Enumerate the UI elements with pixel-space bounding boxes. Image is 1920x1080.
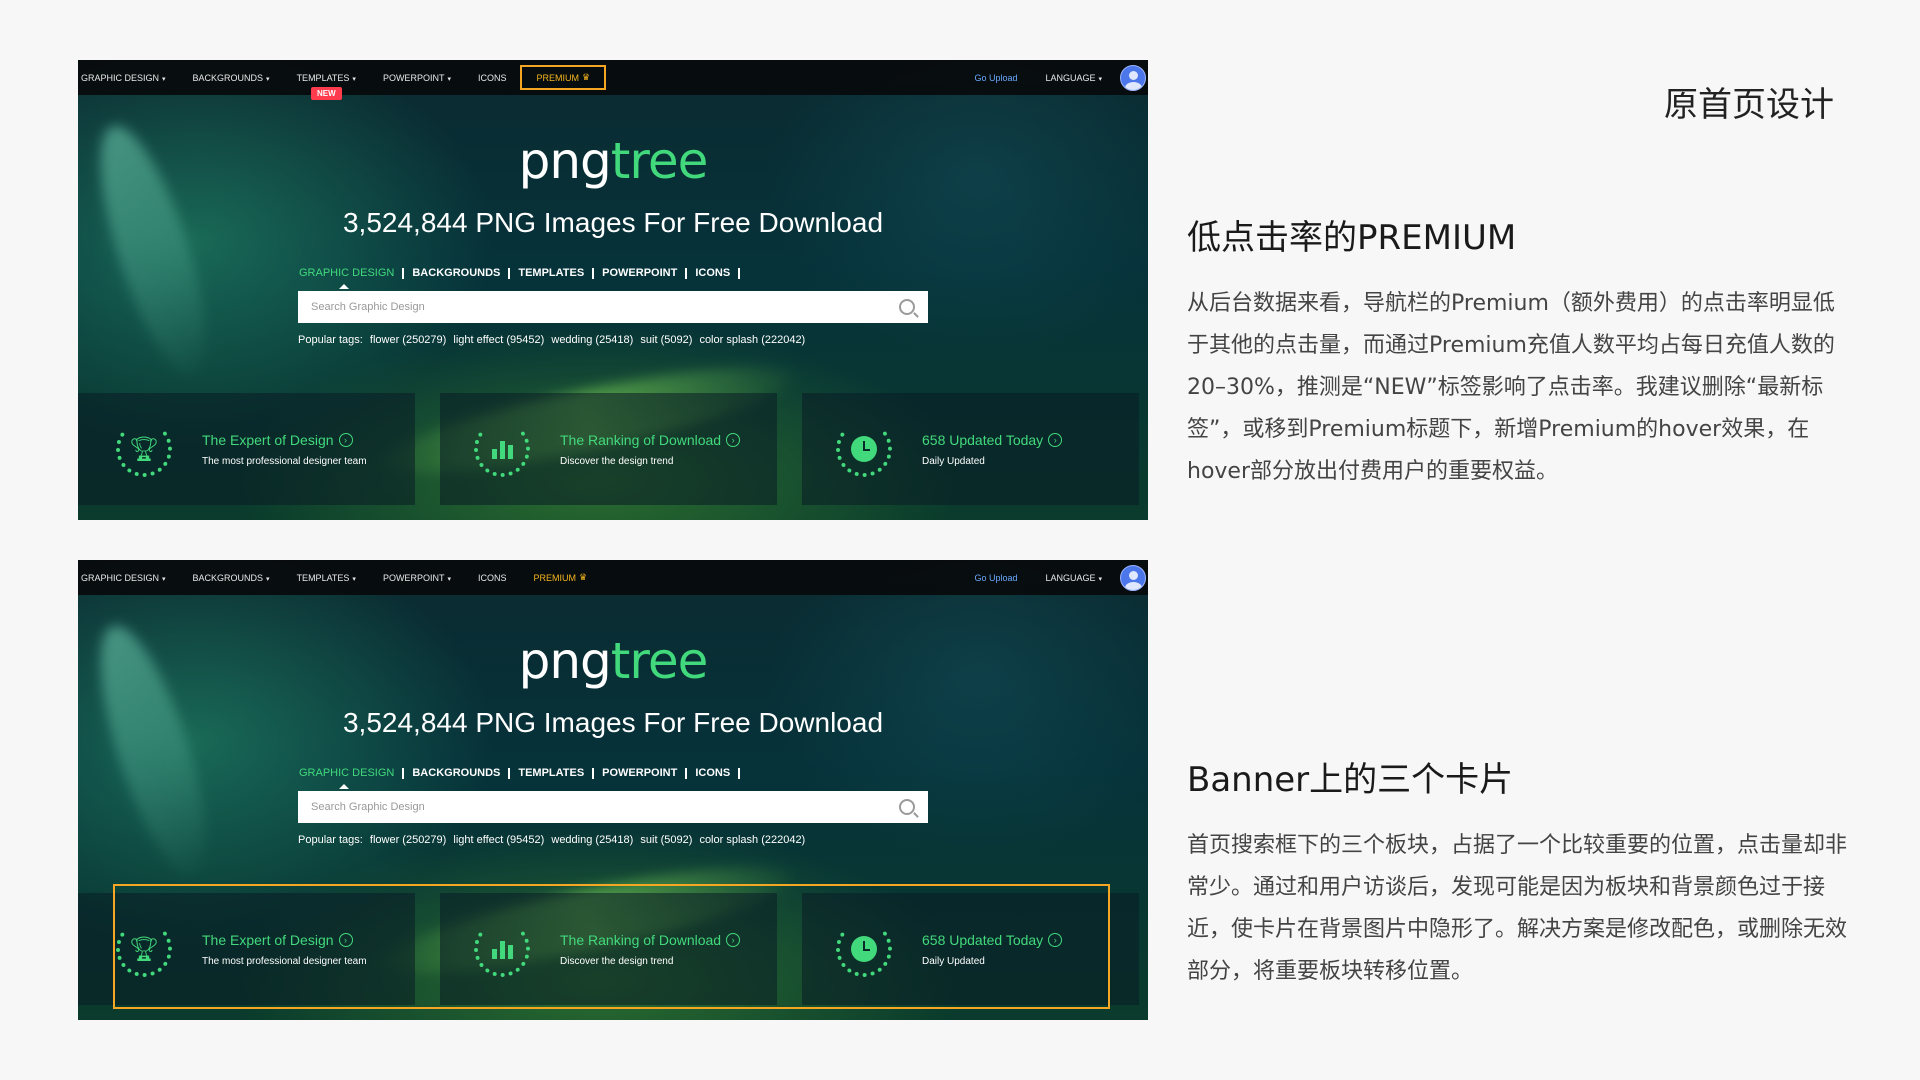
popular-tags: Popular tags: flower (250279) light effe… <box>298 334 805 346</box>
cards-note-body: 首页搜索框下的三个板块，占据了一个比较重要的位置，点击量却非常少。通过和用户访谈… <box>1187 833 1848 984</box>
nav-templates[interactable]: TEMPLATES ▾ <box>294 573 356 583</box>
original-homepage-screenshot: GRAPHIC DESIGN ▾ BACKGROUNDS ▾ TEMPLATES ▾ … <box>78 60 1148 520</box>
tab-templates[interactable]: TEMPLATES <box>518 768 595 779</box>
chevron-down-icon: ▾ <box>266 575 270 583</box>
search-icon[interactable] <box>899 799 915 815</box>
feature-card-expert[interactable]: 🏆︎ The Expert of Design › The most profes… <box>78 393 415 505</box>
nav-graphic-design[interactable]: GRAPHIC DESIGN ▾ <box>78 73 166 83</box>
chevron-down-icon: ▾ <box>352 575 356 583</box>
nav-backgrounds[interactable]: BACKGROUNDS ▾ <box>190 573 270 583</box>
premium-note-body: 从后台数据来看，导航栏的Premium（额外费用）的点击率明显低于其他的点击量，… <box>1187 291 1835 484</box>
search-category-tabs: GRAPHIC DESIGN BACKGROUNDS TEMPLATES POW… <box>299 768 748 789</box>
tab-graphic-design[interactable]: GRAPHIC DESIGN <box>299 768 405 789</box>
go-upload-link[interactable]: Go Upload <box>971 73 1017 83</box>
banner-headline: 3,524,844 PNG Images For Free Download <box>342 207 884 238</box>
go-upload-link[interactable]: Go Upload <box>971 573 1017 583</box>
chevron-down-icon: ▾ <box>1098 75 1102 83</box>
chevron-down-icon: ▾ <box>1098 575 1102 583</box>
nav-icons[interactable]: ICONS <box>475 573 507 583</box>
search-bar <box>298 791 928 823</box>
tag-link[interactable]: color splash (222042) <box>699 334 805 346</box>
chevron-down-icon: ▾ <box>162 575 166 583</box>
tab-powerpoint[interactable]: POWERPOINT <box>602 768 688 779</box>
tab-powerpoint[interactable]: POWERPOINT <box>602 268 688 279</box>
cards-note-heading: Banner上的三个卡片 <box>1187 760 1514 800</box>
nav-templates[interactable]: TEMPLATES ▾ <box>294 73 356 83</box>
tab-graphic-design[interactable]: GRAPHIC DESIGN <box>299 268 405 289</box>
nav-premium[interactable]: PREMIUM ♛ <box>530 572 587 583</box>
chevron-down-icon: ▾ <box>266 75 270 83</box>
tab-icons[interactable]: ICONS <box>695 768 741 779</box>
section-title: 原首页设计 <box>1664 85 1834 125</box>
search-input[interactable] <box>311 301 899 313</box>
nav-right: Go Upload LANGUAGE ▾ <box>971 64 1148 91</box>
trophy-icon: 🏆︎ <box>116 421 172 477</box>
nav-powerpoint[interactable]: POWERPOINT ▾ <box>380 73 451 83</box>
tag-link[interactable]: light effect (95452) <box>453 834 544 846</box>
popular-tags: Popular tags: flower (250279) light effe… <box>298 834 805 846</box>
chevron-down-icon: ▾ <box>447 575 451 583</box>
avatar[interactable] <box>1120 64 1146 91</box>
top-nav: GRAPHIC DESIGN ▾ BACKGROUNDS ▾ TEMPLATES ▾ … <box>78 560 1148 595</box>
clock-icon <box>836 421 892 477</box>
nav-premium[interactable]: PREMIUM ♛ <box>520 65 607 90</box>
avatar[interactable] <box>1120 564 1146 591</box>
search-input[interactable] <box>311 801 899 813</box>
chevron-right-icon: › <box>726 432 741 447</box>
pngtree-logo[interactable]: pngtree <box>78 132 1148 190</box>
crown-icon: ♛ <box>578 572 588 582</box>
premium-note: 低点击率的PREMIUM 从后台数据来看，导航栏的Premium（额外费用）的点… <box>1187 210 1847 493</box>
tag-link[interactable]: suit (5092) <box>640 834 692 846</box>
tab-backgrounds[interactable]: BACKGROUNDS <box>412 768 511 779</box>
tag-link[interactable]: wedding (25418) <box>551 334 633 346</box>
chevron-right-icon: › <box>1048 432 1063 447</box>
pngtree-logo[interactable]: pngtree <box>78 632 1148 690</box>
tag-link[interactable]: suit (5092) <box>640 334 692 346</box>
nav-language[interactable]: LANGUAGE ▾ <box>1042 73 1102 83</box>
nav-graphic-design[interactable]: GRAPHIC DESIGN ▾ <box>78 573 166 583</box>
popular-tags-label: Popular tags: <box>298 834 363 846</box>
chevron-down-icon: ▾ <box>162 75 166 83</box>
cards-note: Banner上的三个卡片 首页搜索框下的三个板块，占据了一个比较重要的位置，点击… <box>1187 752 1847 993</box>
chevron-down-icon: ▾ <box>352 75 356 83</box>
tag-link[interactable]: flower (250279) <box>370 334 446 346</box>
new-badge: NEW <box>311 87 342 100</box>
tag-link[interactable]: flower (250279) <box>370 834 446 846</box>
nav-powerpoint[interactable]: POWERPOINT ▾ <box>380 573 451 583</box>
popular-tags-label: Popular tags: <box>298 334 363 346</box>
nav-icons[interactable]: ICONS <box>475 73 507 83</box>
nav-right: Go Upload LANGUAGE ▾ <box>971 564 1148 591</box>
chevron-down-icon: ▾ <box>447 75 451 83</box>
premium-note-heading: 低点击率的PREMIUM <box>1187 218 1517 258</box>
banner-headline: 3,524,844 PNG Images For Free Download <box>342 707 884 738</box>
feature-cards: 🏆︎ The Expert of Design › The most profes… <box>78 393 1148 505</box>
top-nav: GRAPHIC DESIGN ▾ BACKGROUNDS ▾ TEMPLATES ▾ … <box>78 60 1148 95</box>
tab-backgrounds[interactable]: BACKGROUNDS <box>412 268 511 279</box>
tag-link[interactable]: color splash (222042) <box>699 834 805 846</box>
chevron-right-icon: › <box>338 432 353 447</box>
bar-chart-icon <box>474 421 530 477</box>
search-icon[interactable] <box>899 299 915 315</box>
search-category-tabs: GRAPHIC DESIGN BACKGROUNDS TEMPLATES POW… <box>299 268 748 289</box>
cards-highlight-box <box>113 884 1110 1009</box>
nav-backgrounds[interactable]: BACKGROUNDS ▾ <box>190 73 270 83</box>
tab-templates[interactable]: TEMPLATES <box>518 268 595 279</box>
nav-language[interactable]: LANGUAGE ▾ <box>1042 573 1102 583</box>
feature-card-ranking[interactable]: The Ranking of Download › Discover the de… <box>440 393 777 505</box>
crown-icon: ♛ <box>581 72 591 82</box>
tag-link[interactable]: light effect (95452) <box>453 334 544 346</box>
feature-card-updated[interactable]: 658 Updated Today › Daily Updated <box>802 393 1139 505</box>
search-bar <box>298 291 928 323</box>
tab-icons[interactable]: ICONS <box>695 268 741 279</box>
cards-highlight-screenshot: GRAPHIC DESIGN ▾ BACKGROUNDS ▾ TEMPLATES ▾ … <box>78 560 1148 1020</box>
tag-link[interactable]: wedding (25418) <box>551 834 633 846</box>
